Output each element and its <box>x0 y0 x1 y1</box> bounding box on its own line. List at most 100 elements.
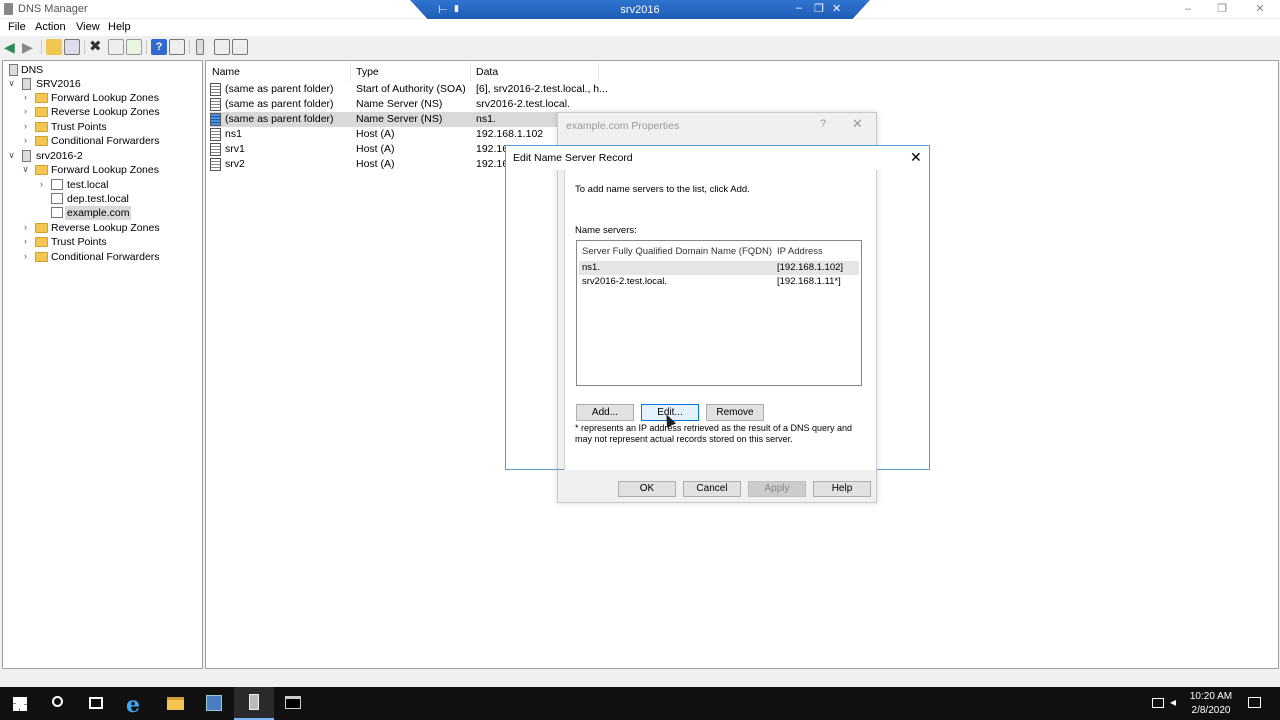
record-type: Host (A) <box>356 128 395 140</box>
expand-icon[interactable]: › <box>21 93 30 102</box>
column-header-ip[interactable]: IP Address <box>777 246 823 257</box>
close-button[interactable]: ✕ <box>1252 2 1268 16</box>
export-icon[interactable] <box>126 39 142 55</box>
help-button[interactable]: Help <box>813 481 871 497</box>
internet-explorer-button[interactable]: e <box>116 687 156 720</box>
back-icon[interactable]: ◀ <box>4 39 20 55</box>
record-icon <box>210 113 221 126</box>
ip-cell: [192.168.1.11*] <box>777 276 841 287</box>
search-button[interactable] <box>38 687 78 720</box>
taskbar: e ◂ 10:20 AM 2/8/2020 <box>0 687 1280 720</box>
list-item[interactable]: (same as parent folder) Name Server (NS)… <box>210 112 560 127</box>
clock-date[interactable]: 2/8/2020 <box>1186 705 1236 716</box>
app-title: DNS Manager <box>18 3 88 15</box>
expand-icon[interactable]: › <box>21 107 30 116</box>
forward-icon[interactable]: ▶ <box>22 39 38 55</box>
network-icon[interactable] <box>1152 698 1164 708</box>
record-type: Name Server (NS) <box>356 113 443 125</box>
delete-icon[interactable]: ✖ <box>89 39 105 55</box>
column-separator[interactable] <box>598 63 599 81</box>
help-icon[interactable]: ? <box>151 39 167 55</box>
menu-action[interactable]: Action <box>35 21 66 33</box>
command-prompt-button[interactable] <box>273 687 313 720</box>
task-view-button[interactable] <box>76 687 116 720</box>
cancel-button[interactable]: Cancel <box>683 481 741 497</box>
column-header-type[interactable]: Type <box>356 66 379 78</box>
instruction-text: To add name servers to the list, click A… <box>575 184 750 195</box>
toolbar-separator <box>84 40 85 54</box>
name-servers-label: Name servers: <box>575 225 637 236</box>
apply-button[interactable]: Apply <box>748 481 806 497</box>
collapse-icon[interactable]: ∨ <box>7 79 16 88</box>
record-icon <box>210 128 221 141</box>
column-header-fqdn[interactable]: Server Fully Qualified Domain Name (FQDN… <box>582 246 772 257</box>
add-button[interactable]: Add... <box>576 404 634 421</box>
tree-label: Conditional Forwarders <box>51 251 160 263</box>
console-icon[interactable] <box>169 39 185 55</box>
tree-label: Trust Points <box>51 236 107 248</box>
name-server-listbox[interactable]: Server Fully Qualified Domain Name (FQDN… <box>576 240 862 386</box>
expand-icon[interactable]: › <box>21 237 30 246</box>
list-item[interactable]: srv2016-2.test.local. [192.168.1.11*] <box>579 275 859 289</box>
close-icon[interactable]: ✕ <box>910 149 922 166</box>
edit-ns-dialog: Edit Name Server Record ✕ To add name se… <box>505 145 930 470</box>
column-header-name[interactable]: Name <box>212 66 240 78</box>
record-data: 192.168.1.102 <box>476 128 544 140</box>
server-manager-button[interactable] <box>194 687 234 720</box>
clock-time[interactable]: 10:20 AM <box>1186 691 1236 702</box>
server-icon[interactable] <box>196 39 204 55</box>
notifications-icon[interactable] <box>1248 697 1261 708</box>
zone-icon <box>51 179 63 190</box>
menu-view[interactable]: View <box>76 21 100 33</box>
rdp-close-button[interactable]: ✕ <box>832 2 841 15</box>
expand-icon[interactable]: › <box>37 180 46 189</box>
record-type: Host (A) <box>356 158 395 170</box>
collapse-icon[interactable]: ∨ <box>7 151 16 160</box>
show-hide-tree-icon[interactable] <box>64 39 80 55</box>
folder-icon <box>35 252 48 262</box>
command-prompt-icon <box>285 696 301 709</box>
dns-manager-button[interactable] <box>234 687 274 720</box>
up-folder-icon[interactable] <box>46 39 62 55</box>
column-header-data[interactable]: Data <box>476 66 498 78</box>
folder-icon <box>35 93 48 103</box>
ip-cell: [192.168.1.102] <box>777 262 844 273</box>
toolbar-separator <box>189 40 190 54</box>
rdp-minimize-button[interactable]: – <box>796 2 802 14</box>
start-button[interactable] <box>0 687 40 720</box>
rdp-connection-bar: ⊢ ▮ srv2016 – ❐ ✕ <box>410 0 870 20</box>
column-separator[interactable] <box>350 63 351 81</box>
dialog-title: Edit Name Server Record <box>513 152 633 164</box>
remove-button[interactable]: Remove <box>706 404 764 421</box>
minimize-button[interactable]: – <box>1180 2 1196 16</box>
fqdn-cell: srv2016-2.test.local. <box>582 276 668 287</box>
search-icon <box>52 696 63 707</box>
list-icon[interactable] <box>214 39 230 55</box>
tree-label: dep.test.local <box>67 193 129 205</box>
menu-file[interactable]: File <box>8 21 26 33</box>
collapse-icon[interactable]: ∨ <box>21 165 30 174</box>
tree-label: Forward Lookup Zones <box>51 164 159 176</box>
menu-help[interactable]: Help <box>108 21 131 33</box>
expand-icon[interactable]: › <box>21 136 30 145</box>
file-explorer-button[interactable] <box>155 687 195 720</box>
record-name: srv1 <box>225 143 245 155</box>
folder-icon <box>35 237 48 247</box>
expand-icon[interactable]: › <box>21 223 30 232</box>
volume-icon[interactable]: ◂ <box>1170 695 1176 709</box>
restore-button[interactable]: ❐ <box>1214 2 1230 16</box>
expand-icon[interactable]: › <box>21 252 30 261</box>
tree-label: Reverse Lookup Zones <box>51 106 160 118</box>
record-data: [6], srv2016-2.test.local., h... <box>476 83 608 95</box>
help-icon[interactable]: ? <box>820 118 826 130</box>
rdp-restore-button[interactable]: ❐ <box>814 2 824 15</box>
refresh-icon[interactable] <box>232 39 248 55</box>
ok-button[interactable]: OK <box>618 481 676 497</box>
record-icon <box>210 98 221 111</box>
list-item[interactable]: ns1. [192.168.1.102] <box>579 261 859 275</box>
properties-icon[interactable] <box>108 39 124 55</box>
column-separator[interactable] <box>470 63 471 81</box>
tree-label: Reverse Lookup Zones <box>51 222 160 234</box>
close-icon[interactable]: ✕ <box>852 116 863 132</box>
expand-icon[interactable]: › <box>21 122 30 131</box>
